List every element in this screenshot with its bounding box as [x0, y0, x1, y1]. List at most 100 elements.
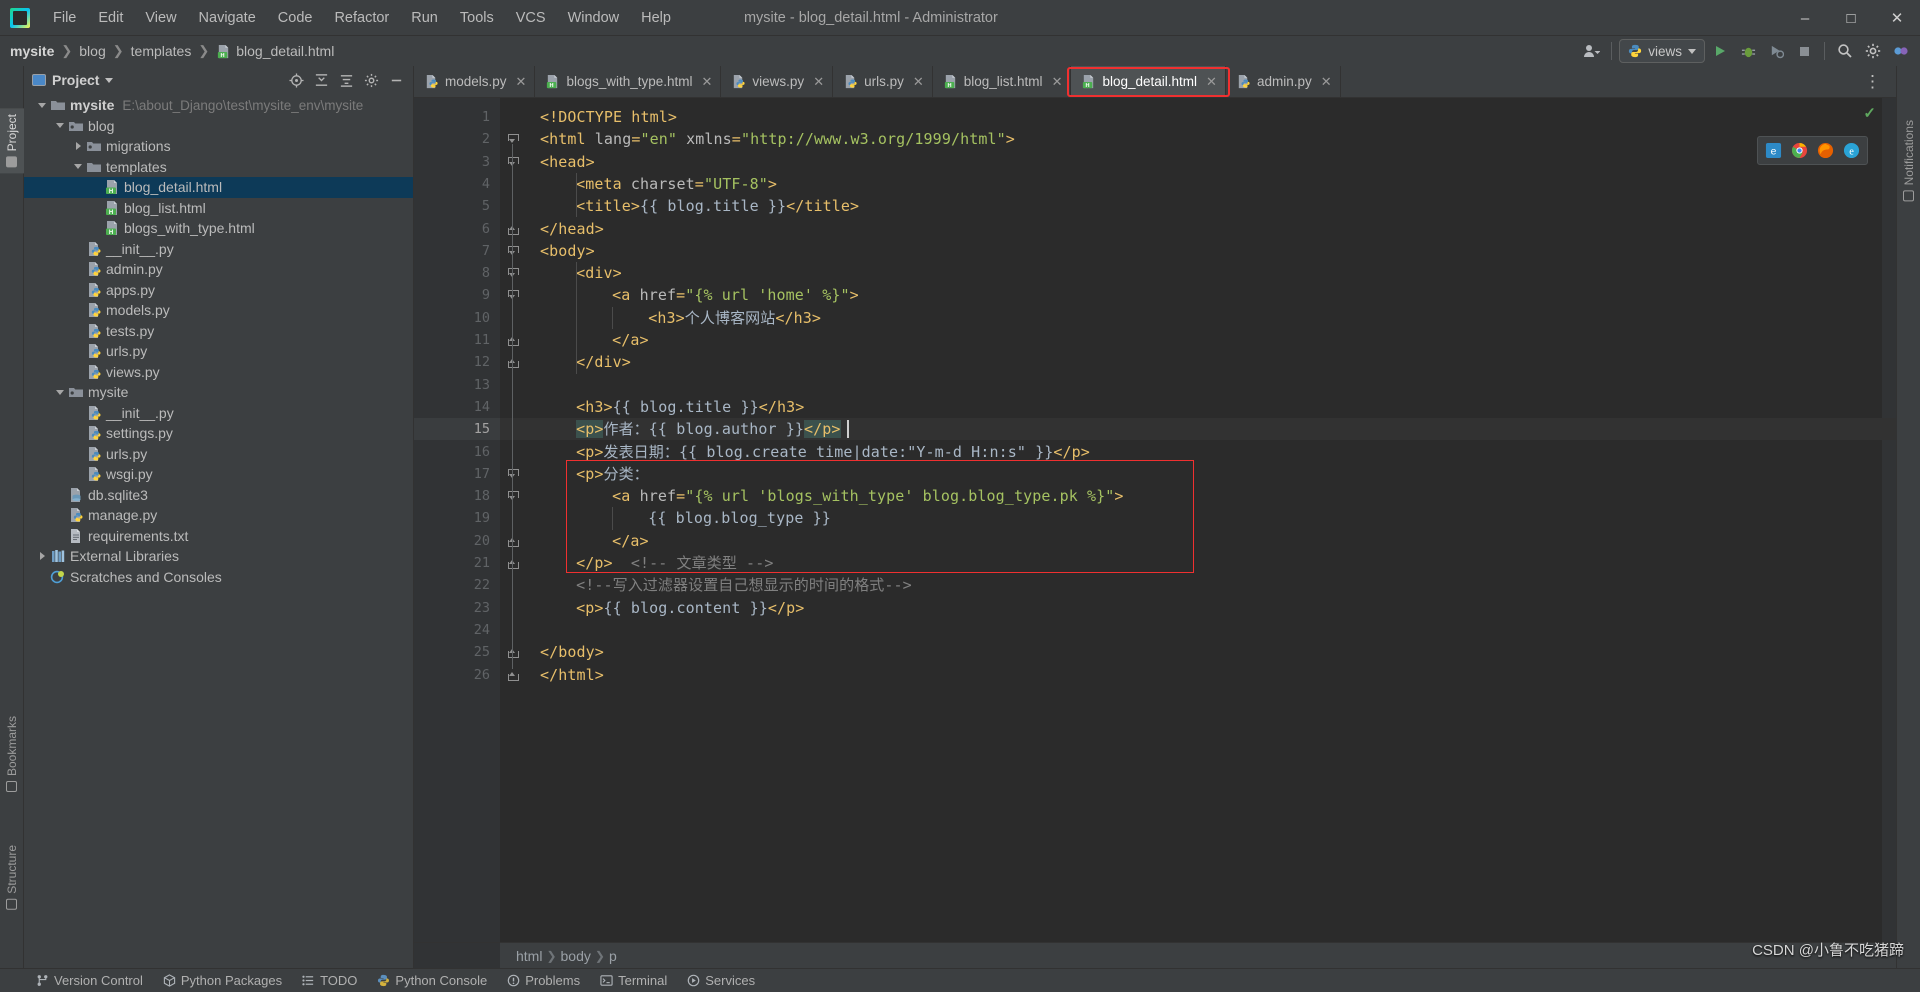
target-icon[interactable]	[285, 69, 307, 91]
code-line[interactable]: <!--写入过滤器设置自己想显示的时间的格式-->	[576, 574, 912, 596]
project-panel-title-group[interactable]: Project	[32, 72, 114, 88]
coverage-icon[interactable]	[1763, 39, 1789, 63]
browser-firefox-icon[interactable]	[1815, 140, 1836, 161]
code-line[interactable]: </body>	[540, 641, 604, 663]
code-line[interactable]: <html lang="en" xmlns="http://www.w3.org…	[540, 128, 1015, 150]
tree-node-mysite[interactable]: mysite	[24, 382, 413, 403]
tree-node---init---py[interactable]: __init__.py	[24, 403, 413, 424]
code-line[interactable]: <p>分类：	[576, 463, 649, 485]
tree-node-scratches-and-consoles[interactable]: Scratches and Consoles	[24, 567, 413, 588]
close-tab-icon[interactable]: ✕	[1321, 74, 1332, 90]
tree-node-apps-py[interactable]: apps.py	[24, 280, 413, 301]
gear-icon[interactable]	[360, 69, 382, 91]
chevron-down-icon[interactable]	[70, 164, 86, 170]
sidebar-item-project[interactable]: Project	[0, 108, 24, 174]
chevron-down-icon[interactable]	[52, 389, 68, 395]
menu-item-help[interactable]: Help	[630, 4, 682, 32]
bottom-breadcrumb-body[interactable]: body	[557, 948, 595, 964]
editor-tab-blog-detail-html[interactable]: Hblog_detail.html ✕	[1071, 66, 1226, 97]
browser-chrome-icon[interactable]	[1789, 140, 1810, 161]
tree-node-models-py[interactable]: models.py	[24, 300, 413, 321]
editor-error-stripe[interactable]	[1882, 98, 1896, 942]
tree-node-wsgi-py[interactable]: wsgi.py	[24, 464, 413, 485]
code-line[interactable]: </html>	[540, 664, 604, 686]
tree-node-views-py[interactable]: views.py	[24, 362, 413, 383]
close-icon[interactable]: ✕	[1874, 0, 1920, 36]
editor-tab-blog-list-html[interactable]: Hblog_list.html ✕	[933, 66, 1072, 97]
editor-fold-gutter[interactable]	[500, 98, 528, 942]
debug-icon[interactable]	[1735, 39, 1761, 63]
tree-node-blog[interactable]: blog	[24, 116, 413, 137]
maximize-icon[interactable]: □	[1828, 0, 1874, 36]
status-bar-item-todo[interactable]: TODO	[292, 971, 367, 990]
tree-node-db-sqlite3[interactable]: db.sqlite3	[24, 485, 413, 506]
expand-all-icon[interactable]	[335, 69, 357, 91]
chevron-right-icon[interactable]	[34, 552, 50, 561]
editor-tab-views-py[interactable]: views.py ✕	[721, 66, 834, 97]
minimize-icon[interactable]: –	[1782, 0, 1828, 36]
browser-edge-icon[interactable]: e	[1763, 140, 1784, 161]
code-line[interactable]: <a href="{% url 'blogs_with_type' blog.b…	[612, 485, 1123, 507]
code-line[interactable]: <title>{{ blog.title }}</title>	[576, 195, 859, 217]
updates-icon[interactable]	[1888, 39, 1914, 63]
code-line[interactable]: <head>	[540, 151, 595, 173]
code-line[interactable]: <div>	[576, 262, 622, 284]
project-file-tree[interactable]: mysite E:\about_Django\test\mysite_env\my…	[24, 94, 413, 968]
editor-tab-admin-py[interactable]: admin.py ✕	[1226, 66, 1341, 97]
code-line[interactable]: </p> <!-- 文章类型 -->	[576, 552, 773, 574]
menu-item-tools[interactable]: Tools	[449, 4, 505, 32]
editor-tab-urls-py[interactable]: urls.py ✕	[833, 66, 933, 97]
code-line[interactable]: {{ blog.blog_type }}	[648, 507, 831, 529]
tree-node-migrations[interactable]: migrations	[24, 136, 413, 157]
inspection-ok-icon[interactable]: ✓	[1863, 104, 1876, 122]
code-editor[interactable]: e e ✓ <!DOCTYPE html> <html lang="en" xm…	[528, 98, 1896, 942]
bottom-breadcrumb-html[interactable]: html	[512, 948, 546, 964]
hide-panel-icon[interactable]	[385, 69, 407, 91]
tree-node-blog-detail-html[interactable]: Hblog_detail.html	[24, 177, 413, 198]
tree-node-blogs-with-type-html[interactable]: Hblogs_with_type.html	[24, 218, 413, 239]
gear-icon[interactable]	[1860, 39, 1886, 63]
status-bar-item-python-console[interactable]: Python Console	[367, 971, 497, 990]
sidebar-item-bookmarks[interactable]: Bookmarks	[0, 710, 24, 798]
run-icon[interactable]	[1707, 39, 1733, 63]
menu-item-view[interactable]: View	[134, 4, 187, 32]
tree-node-tests-py[interactable]: tests.py	[24, 321, 413, 342]
tree-node---init---py[interactable]: __init__.py	[24, 239, 413, 260]
menu-item-code[interactable]: Code	[267, 4, 324, 32]
code-fold-close-icon[interactable]	[508, 670, 519, 681]
code-line[interactable]: </div>	[576, 351, 631, 373]
chevron-down-icon[interactable]	[105, 77, 114, 83]
bottom-breadcrumb-p[interactable]: p	[605, 948, 621, 964]
stop-icon[interactable]	[1791, 39, 1817, 63]
status-bar-item-problems[interactable]: Problems	[497, 971, 590, 990]
editor-tab-models-py[interactable]: models.py ✕	[414, 66, 536, 97]
code-line[interactable]: <!DOCTYPE html>	[540, 106, 677, 128]
breadcrumb-item-templates[interactable]: templates	[131, 43, 192, 59]
close-tab-icon[interactable]: ✕	[1052, 74, 1063, 90]
code-line[interactable]: <h3>{{ blog.title }}</h3>	[576, 396, 804, 418]
tree-node-admin-py[interactable]: admin.py	[24, 259, 413, 280]
run-configuration-selector[interactable]: views	[1619, 39, 1705, 63]
tree-node-templates[interactable]: templates	[24, 157, 413, 178]
close-tab-icon[interactable]: ✕	[702, 74, 713, 90]
breadcrumb-item-blog-detail-html[interactable]: Hblog_detail.html	[216, 43, 334, 59]
close-tab-icon[interactable]: ✕	[813, 74, 824, 90]
code-line[interactable]: </a>	[612, 530, 649, 552]
menu-item-run[interactable]: Run	[400, 4, 449, 32]
code-line[interactable]: </head>	[540, 218, 604, 240]
tree-node-manage-py[interactable]: manage.py	[24, 505, 413, 526]
code-line[interactable]: <p>发表日期：{{ blog.create_time|date:"Y-m-d …	[576, 441, 1090, 463]
more-options-icon[interactable]: ⋮	[1858, 72, 1888, 92]
menu-item-edit[interactable]: Edit	[87, 4, 134, 32]
code-line[interactable]: <meta charset="UTF-8">	[576, 173, 777, 195]
tree-node-external-libraries[interactable]: External Libraries	[24, 546, 413, 567]
menu-item-navigate[interactable]: Navigate	[188, 4, 267, 32]
chevron-down-icon[interactable]	[34, 102, 50, 108]
tree-node-mysite[interactable]: mysite E:\about_Django\test\mysite_env\my…	[24, 95, 413, 116]
tree-node-urls-py[interactable]: urls.py	[24, 444, 413, 465]
menu-item-vcs[interactable]: VCS	[505, 4, 557, 32]
tree-node-requirements-txt[interactable]: requirements.txt	[24, 526, 413, 547]
close-tab-icon[interactable]: ✕	[1206, 74, 1217, 90]
chevron-right-icon[interactable]	[70, 142, 86, 151]
close-tab-icon[interactable]: ✕	[913, 74, 924, 90]
